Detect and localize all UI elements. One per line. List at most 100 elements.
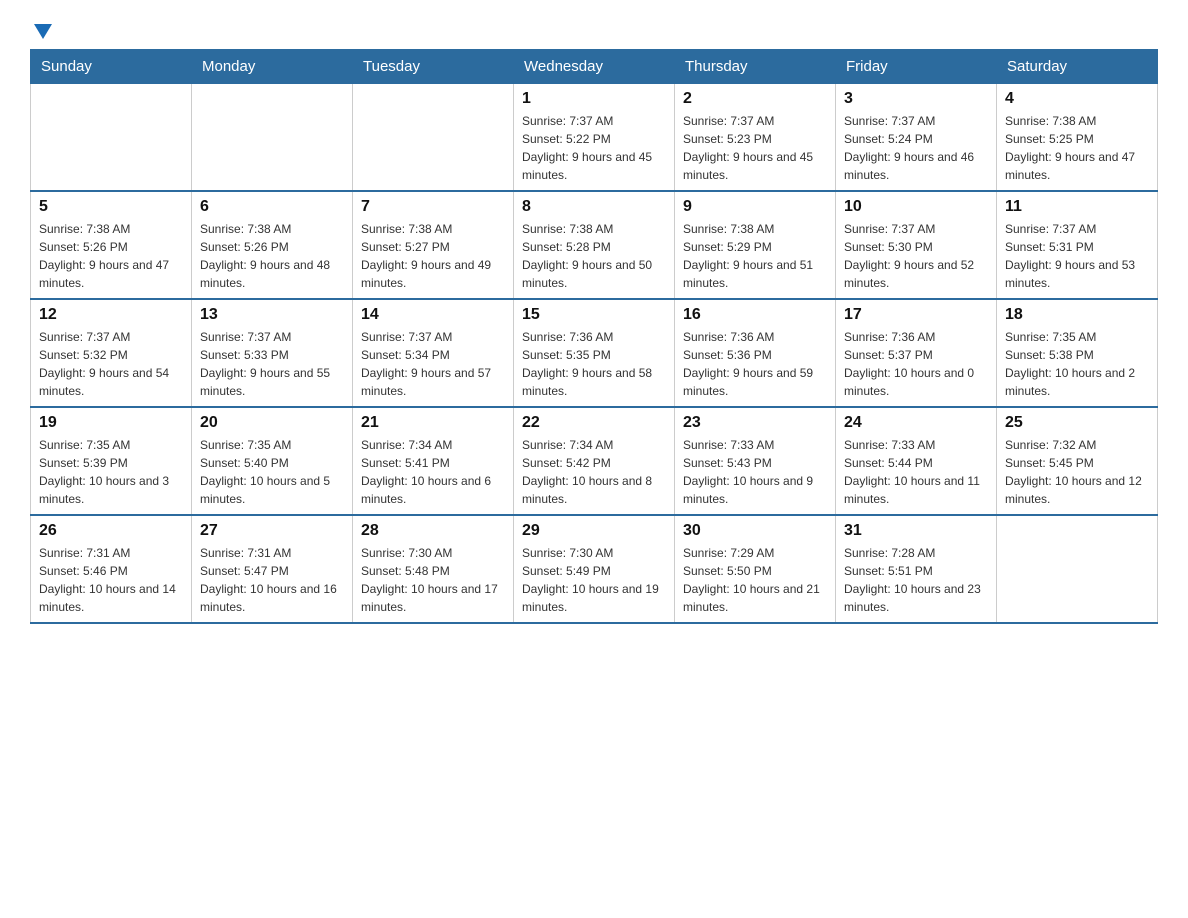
calendar-cell: 4 Sunrise: 7:38 AMSunset: 5:25 PMDaylight… — [997, 84, 1158, 192]
calendar-cell: 16 Sunrise: 7:36 AMSunset: 5:36 PMDayligh… — [675, 299, 836, 407]
day-info: Sunrise: 7:37 AMSunset: 5:23 PMDaylight:… — [683, 112, 827, 184]
day-info: Sunrise: 7:36 AMSunset: 5:37 PMDaylight:… — [844, 328, 988, 400]
calendar-cell: 3Sunrise: 7:37 AMSunset: 5:24 PMDaylight… — [836, 84, 997, 192]
day-info: Sunrise: 7:37 AMSunset: 5:32 PMDaylight:… — [39, 328, 183, 400]
day-info: Sunrise: 7:36 AMSunset: 5:36 PMDaylight:… — [683, 328, 827, 400]
calendar-cell: 13 Sunrise: 7:37 AMSunset: 5:33 PMDayligh… — [192, 299, 353, 407]
week-row-3: 12 Sunrise: 7:37 AMSunset: 5:32 PMDayligh… — [31, 299, 1158, 407]
day-info: Sunrise: 7:37 AMSunset: 5:34 PMDaylight:… — [361, 328, 505, 400]
day-number: 11 — [1005, 198, 1149, 216]
day-number: 7 — [361, 198, 505, 216]
day-info: Sunrise: 7:29 AMSunset: 5:50 PMDaylight:… — [683, 544, 827, 616]
calendar-cell: 7 Sunrise: 7:38 AMSunset: 5:27 PMDaylight… — [353, 191, 514, 299]
day-info: Sunrise: 7:35 AMSunset: 5:40 PMDaylight:… — [200, 436, 344, 508]
day-info: Sunrise: 7:28 AMSunset: 5:51 PMDaylight:… — [844, 544, 988, 616]
day-number: 26 — [39, 522, 183, 540]
calendar-cell: 20 Sunrise: 7:35 AMSunset: 5:40 PMDayligh… — [192, 407, 353, 515]
day-number: 6 — [200, 198, 344, 216]
calendar-cell: 11 Sunrise: 7:37 AMSunset: 5:31 PMDayligh… — [997, 191, 1158, 299]
week-row-1: 1Sunrise: 7:37 AMSunset: 5:22 PMDaylight… — [31, 84, 1158, 192]
day-info: Sunrise: 7:36 AMSunset: 5:35 PMDaylight:… — [522, 328, 666, 400]
weekday-header-saturday: Saturday — [997, 50, 1158, 84]
calendar-cell: 26 Sunrise: 7:31 AMSunset: 5:46 PMDayligh… — [31, 515, 192, 623]
day-number: 30 — [683, 522, 827, 540]
day-number: 27 — [200, 522, 344, 540]
day-number: 22 — [522, 414, 666, 432]
calendar-cell: 18Sunrise: 7:35 AMSunset: 5:38 PMDayligh… — [997, 299, 1158, 407]
calendar-cell: 8 Sunrise: 7:38 AMSunset: 5:28 PMDaylight… — [514, 191, 675, 299]
day-number: 29 — [522, 522, 666, 540]
day-number: 14 — [361, 306, 505, 324]
day-info: Sunrise: 7:35 AMSunset: 5:38 PMDaylight:… — [1005, 328, 1149, 400]
weekday-header-thursday: Thursday — [675, 50, 836, 84]
day-number: 9 — [683, 198, 827, 216]
calendar-cell: 28Sunrise: 7:30 AMSunset: 5:48 PMDayligh… — [353, 515, 514, 623]
day-info: Sunrise: 7:35 AMSunset: 5:39 PMDaylight:… — [39, 436, 183, 508]
calendar-cell: 27 Sunrise: 7:31 AMSunset: 5:47 PMDayligh… — [192, 515, 353, 623]
calendar-cell: 6 Sunrise: 7:38 AMSunset: 5:26 PMDaylight… — [192, 191, 353, 299]
calendar-cell: 14 Sunrise: 7:37 AMSunset: 5:34 PMDayligh… — [353, 299, 514, 407]
day-info: Sunrise: 7:38 AMSunset: 5:28 PMDaylight:… — [522, 220, 666, 292]
day-number: 17 — [844, 306, 988, 324]
day-number: 4 — [1005, 90, 1149, 108]
day-info: Sunrise: 7:37 AMSunset: 5:33 PMDaylight:… — [200, 328, 344, 400]
week-row-5: 26 Sunrise: 7:31 AMSunset: 5:46 PMDayligh… — [31, 515, 1158, 623]
day-info: Sunrise: 7:37 AMSunset: 5:31 PMDaylight:… — [1005, 220, 1149, 292]
weekday-header-row: SundayMondayTuesdayWednesdayThursdayFrid… — [31, 50, 1158, 84]
calendar-cell: 31 Sunrise: 7:28 AMSunset: 5:51 PMDayligh… — [836, 515, 997, 623]
day-info: Sunrise: 7:38 AMSunset: 5:25 PMDaylight:… — [1005, 112, 1149, 184]
calendar-cell: 17 Sunrise: 7:36 AMSunset: 5:37 PMDayligh… — [836, 299, 997, 407]
calendar-cell: 12 Sunrise: 7:37 AMSunset: 5:32 PMDayligh… — [31, 299, 192, 407]
day-info: Sunrise: 7:38 AMSunset: 5:27 PMDaylight:… — [361, 220, 505, 292]
calendar-cell: 15 Sunrise: 7:36 AMSunset: 5:35 PMDayligh… — [514, 299, 675, 407]
calendar-cell: 24Sunrise: 7:33 AMSunset: 5:44 PMDayligh… — [836, 407, 997, 515]
weekday-header-monday: Monday — [192, 50, 353, 84]
calendar-cell — [31, 84, 192, 192]
calendar-cell: 1Sunrise: 7:37 AMSunset: 5:22 PMDaylight… — [514, 84, 675, 192]
day-number: 21 — [361, 414, 505, 432]
day-info: Sunrise: 7:38 AMSunset: 5:29 PMDaylight:… — [683, 220, 827, 292]
page-header — [30, 20, 1158, 39]
day-number: 31 — [844, 522, 988, 540]
week-row-2: 5 Sunrise: 7:38 AMSunset: 5:26 PMDaylight… — [31, 191, 1158, 299]
day-number: 8 — [522, 198, 666, 216]
calendar-cell: 23Sunrise: 7:33 AMSunset: 5:43 PMDayligh… — [675, 407, 836, 515]
day-info: Sunrise: 7:30 AMSunset: 5:48 PMDaylight:… — [361, 544, 505, 616]
weekday-header-tuesday: Tuesday — [353, 50, 514, 84]
calendar-cell: 19Sunrise: 7:35 AMSunset: 5:39 PMDayligh… — [31, 407, 192, 515]
day-number: 20 — [200, 414, 344, 432]
calendar-table: SundayMondayTuesdayWednesdayThursdayFrid… — [30, 49, 1158, 624]
logo-triangle-icon — [34, 24, 52, 39]
weekday-header-sunday: Sunday — [31, 50, 192, 84]
day-info: Sunrise: 7:31 AMSunset: 5:46 PMDaylight:… — [39, 544, 183, 616]
calendar-cell — [353, 84, 514, 192]
logo — [30, 20, 52, 39]
calendar-cell: 25Sunrise: 7:32 AMSunset: 5:45 PMDayligh… — [997, 407, 1158, 515]
day-number: 5 — [39, 198, 183, 216]
calendar-cell: 30 Sunrise: 7:29 AMSunset: 5:50 PMDayligh… — [675, 515, 836, 623]
day-number: 15 — [522, 306, 666, 324]
day-info: Sunrise: 7:33 AMSunset: 5:44 PMDaylight:… — [844, 436, 988, 508]
day-info: Sunrise: 7:38 AMSunset: 5:26 PMDaylight:… — [39, 220, 183, 292]
calendar-cell: 9 Sunrise: 7:38 AMSunset: 5:29 PMDaylight… — [675, 191, 836, 299]
day-info: Sunrise: 7:33 AMSunset: 5:43 PMDaylight:… — [683, 436, 827, 508]
calendar-cell: 22 Sunrise: 7:34 AMSunset: 5:42 PMDayligh… — [514, 407, 675, 515]
calendar-cell — [997, 515, 1158, 623]
weekday-header-wednesday: Wednesday — [514, 50, 675, 84]
day-number: 25 — [1005, 414, 1149, 432]
weekday-header-friday: Friday — [836, 50, 997, 84]
day-number: 13 — [200, 306, 344, 324]
calendar-cell: 10Sunrise: 7:37 AMSunset: 5:30 PMDayligh… — [836, 191, 997, 299]
calendar-cell: 5 Sunrise: 7:38 AMSunset: 5:26 PMDaylight… — [31, 191, 192, 299]
day-number: 12 — [39, 306, 183, 324]
day-info: Sunrise: 7:38 AMSunset: 5:26 PMDaylight:… — [200, 220, 344, 292]
day-number: 16 — [683, 306, 827, 324]
day-info: Sunrise: 7:37 AMSunset: 5:30 PMDaylight:… — [844, 220, 988, 292]
day-info: Sunrise: 7:30 AMSunset: 5:49 PMDaylight:… — [522, 544, 666, 616]
day-info: Sunrise: 7:34 AMSunset: 5:41 PMDaylight:… — [361, 436, 505, 508]
day-number: 1 — [522, 90, 666, 108]
day-info: Sunrise: 7:31 AMSunset: 5:47 PMDaylight:… — [200, 544, 344, 616]
week-row-4: 19Sunrise: 7:35 AMSunset: 5:39 PMDayligh… — [31, 407, 1158, 515]
day-info: Sunrise: 7:34 AMSunset: 5:42 PMDaylight:… — [522, 436, 666, 508]
calendar-cell: 21 Sunrise: 7:34 AMSunset: 5:41 PMDayligh… — [353, 407, 514, 515]
